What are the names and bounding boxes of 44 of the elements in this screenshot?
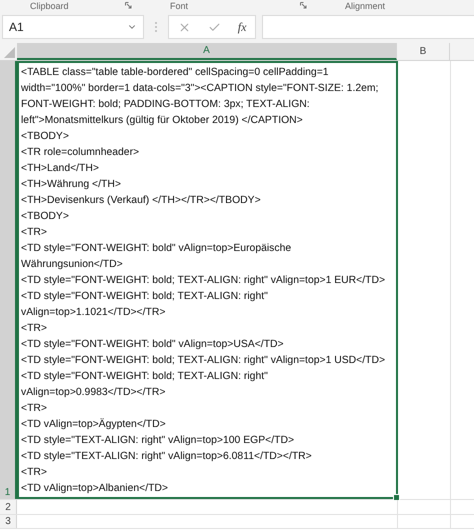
cell-text-line: <TD style="FONT-WEIGHT: bold" vAlign=top>Europäische [21, 242, 292, 256]
enter-icon[interactable] [208, 20, 221, 34]
cell-text-line: <TBODY> [21, 130, 70, 144]
name-box[interactable]: A1 [2, 15, 144, 39]
row-header[interactable]: 2 [0, 500, 17, 514]
cell-text-line: <TD style="FONT-WEIGHT: bold; TEXT-ALIGN: right" [21, 290, 269, 304]
dialog-launcher-icon[interactable] [300, 2, 307, 9]
cell-text-line: <TD vAlign=top>Ägypten</TD> [21, 417, 167, 432]
dialog-launcher-icon[interactable] [125, 2, 132, 9]
cell-text-line: <TH>Land</TH> [21, 162, 100, 176]
cell-text-line: <TD style="FONT-WEIGHT: bold; TEXT-ALIGN: right" vAlign=top>1 USD</TD> [21, 354, 386, 368]
cell-text-line: <TR> [21, 226, 48, 240]
cell-text-line: <TD style="FONT-WEIGHT: bold" vAlign=top>USA</TD> [21, 338, 285, 352]
cell-text-line: <TR> [21, 402, 48, 416]
cell-text-line: <TD style="TEXT-ALIGN: right" vAlign=top>100 EGP</TD> [21, 434, 296, 448]
cell-text-line: <TD vAlign=top>Albanien</TD> [21, 482, 170, 496]
column-header[interactable]: A [17, 43, 397, 60]
cell-text-line: <TBODY> [21, 210, 70, 224]
cell-text-line: <TR> [21, 466, 48, 480]
cell-text-line: FONT-WEIGHT: bold; PADDING-BOTTOM: 3px; TEXT-ALIGN: [21, 98, 311, 112]
row-header[interactable]: 1 [0, 61, 17, 499]
cell-text-line: vAlign=top>0.9983</TD></TR> [21, 386, 166, 400]
active-cell[interactable] [17, 61, 398, 499]
ribbon-group-label: Clipboard [30, 0, 69, 10]
grip-icon [154, 20, 158, 34]
insert-function-button[interactable]: fx [238, 20, 246, 34]
fill-handle[interactable] [393, 494, 400, 501]
ribbon-group-label: Font [170, 0, 188, 10]
cell-text-line: vAlign=top>1.1021</TD></TR> [21, 306, 166, 320]
cell-text-line: <TH>Devisenkurs (Verkauf) </TH></TR></TBODY> [21, 194, 262, 208]
cell-text-line: left">Monatsmittelkurs (gültig für Oktober 2019) </CAPTION> [21, 114, 304, 128]
cell-text-line: width="100%" border=1 data-cols="3"><CAPTION style="FONT-SIZE: 1.2em; [21, 82, 380, 96]
cell-text-line: <TD style="FONT-WEIGHT: bold; TEXT-ALIGN: right" vAlign=top>1 EUR</TD> [21, 274, 386, 288]
cell-text-line: <TD style="TEXT-ALIGN: right" vAlign=top>6.0811</TD></TR> [21, 450, 313, 464]
cell-text-line: Währungsunion</TD> [21, 258, 124, 272]
cell-text-line: <TD style="FONT-WEIGHT: bold; TEXT-ALIGN: right" [21, 370, 269, 384]
ribbon-group-label: Alignment [345, 0, 386, 10]
cell-text-line: <TH>Währung </TH> [21, 178, 122, 192]
cancel-icon[interactable] [178, 20, 191, 34]
cell-text-line: <TABLE class="table table-bordered" cellSpacing=0 cellPadding=1 [21, 66, 330, 80]
cell-text-line: <TR role=columnheader> [21, 146, 140, 160]
cell-text-line: <TR> [21, 322, 48, 336]
formula-input[interactable] [262, 15, 474, 39]
row-header[interactable]: 3 [0, 515, 17, 528]
